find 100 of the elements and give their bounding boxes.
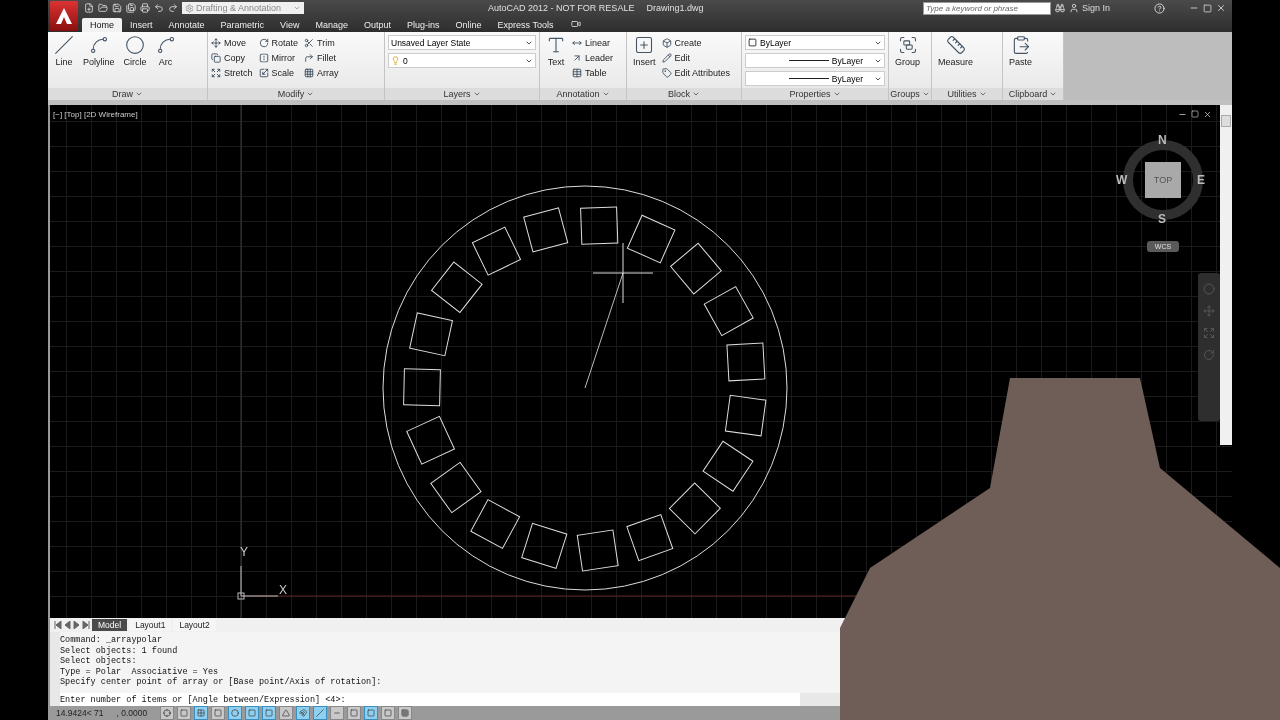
redo-icon[interactable] xyxy=(168,3,178,13)
ribbon-tool-button[interactable]: Text xyxy=(543,35,569,88)
ribbon-tool-button[interactable]: Arc xyxy=(152,35,179,88)
ribbon-tool-button[interactable]: Fillet xyxy=(304,50,339,65)
status-toggle-button[interactable] xyxy=(381,706,396,720)
ribbon-tool-button[interactable]: Mirror xyxy=(258,50,299,65)
triangle-icon xyxy=(282,709,291,717)
ribbon-tool-button[interactable]: Edit Attributes xyxy=(661,65,731,80)
ribbon-tool-button[interactable]: Line xyxy=(51,35,77,88)
dropdown[interactable]: ByLayer xyxy=(745,53,885,68)
status-toggle-button[interactable] xyxy=(262,706,277,720)
undo-icon[interactable] xyxy=(154,3,164,13)
status-toggle-button[interactable] xyxy=(364,706,379,720)
command-history-line: Select objects: 1 found xyxy=(60,645,179,656)
ribbon-tool-button[interactable]: Rotate xyxy=(258,35,299,50)
dropdown[interactable]: 0 xyxy=(388,53,536,68)
binoculars-icon[interactable] xyxy=(1054,3,1065,13)
ribbon-tab[interactable]: Plug-ins xyxy=(399,18,448,32)
status-toggle-button[interactable] xyxy=(347,706,362,720)
layout-tab[interactable]: Model xyxy=(92,619,128,631)
ribbon-tool-button[interactable]: Move xyxy=(211,35,253,50)
ribbon-tab[interactable]: Online xyxy=(447,18,490,32)
status-toggle-button[interactable] xyxy=(330,706,345,720)
viewport-label[interactable]: [−] [Top] [2D Wireframe] xyxy=(53,110,138,119)
status-toggle-button[interactable] xyxy=(160,706,175,720)
search-field[interactable]: Type a keyword or phrase xyxy=(922,1,1051,15)
status-toggle-button[interactable] xyxy=(279,706,294,720)
ribbon-tool-button[interactable]: Array xyxy=(304,65,339,80)
linetype-line-icon xyxy=(788,77,829,80)
ribbon-tab[interactable]: Express Tools xyxy=(489,18,562,32)
dropdown[interactable]: ByLayer xyxy=(745,35,885,50)
ribbon-tool-button[interactable]: Scale xyxy=(258,65,299,80)
dropdown[interactable]: Unsaved Layer State xyxy=(388,35,536,50)
square-icon xyxy=(384,709,393,717)
status-toggle-button[interactable] xyxy=(211,706,226,720)
close-icon[interactable] xyxy=(1203,110,1212,119)
ribbon-tool-button[interactable]: Leader xyxy=(572,50,614,65)
layout-tab[interactable]: Layout2 xyxy=(173,619,216,631)
command-history-line: Specify center point of array or [Base point/Axis of rotation]: xyxy=(60,677,383,688)
ribbon-tab[interactable]: Parametric xyxy=(212,18,273,32)
close-icon[interactable] xyxy=(1216,3,1226,13)
panel-title[interactable]: Layers xyxy=(385,88,539,100)
dropdown[interactable]: ByLayer xyxy=(745,71,885,86)
status-toggle-button[interactable] xyxy=(177,706,192,720)
ribbon-tool-button[interactable]: Group xyxy=(892,35,923,88)
panel-title[interactable]: Modify xyxy=(208,88,384,100)
save-icon[interactable] xyxy=(112,3,122,13)
ribbon-tool-button[interactable]: Create xyxy=(661,35,731,50)
ribbon-tab[interactable]: Home xyxy=(82,18,122,32)
ribbon-tool-button[interactable]: Trim xyxy=(304,35,339,50)
panel-title[interactable]: Groups xyxy=(889,88,931,100)
ribbon-tool-button[interactable]: Insert xyxy=(630,35,659,88)
square-icon xyxy=(265,709,274,717)
status-toggle-button[interactable] xyxy=(245,706,260,720)
scrollbar[interactable] xyxy=(1220,105,1232,445)
command-history-line: Type = Polar Associative = Yes xyxy=(60,666,220,677)
ribbon-tool-button[interactable]: Stretch xyxy=(211,65,253,80)
new-file-icon[interactable] xyxy=(84,3,94,13)
video-camera-icon[interactable] xyxy=(571,19,582,29)
restore-icon[interactable] xyxy=(1191,110,1199,118)
leader-arrow-icon xyxy=(572,52,582,63)
ribbon-tool-button[interactable]: Circle xyxy=(120,35,150,88)
status-toggle-button[interactable] xyxy=(194,706,209,720)
ribbon-tab[interactable]: Output xyxy=(355,18,399,32)
status-toggle-button[interactable] xyxy=(398,706,413,720)
status-toggle-button[interactable] xyxy=(313,706,328,720)
ribbon-tool-button[interactable]: Table xyxy=(572,65,614,80)
panel-title[interactable]: Properties xyxy=(742,88,888,100)
panel-title[interactable]: Clipboard xyxy=(1003,88,1063,100)
chevron-down-icon xyxy=(1049,90,1058,98)
status-toggle-button[interactable] xyxy=(296,706,311,720)
panel-title[interactable]: Annotation xyxy=(540,88,626,100)
folder-icon[interactable] xyxy=(98,3,108,13)
ribbon-tool-button[interactable]: Polyline xyxy=(80,35,118,88)
print-icon[interactable] xyxy=(140,3,150,13)
ribbon-tab[interactable]: View xyxy=(272,18,308,32)
tab-navigation-arrows-icon[interactable] xyxy=(54,621,90,629)
save-as-icon[interactable] xyxy=(126,3,136,13)
square-icon xyxy=(248,709,257,717)
ribbon-tool-button[interactable]: Linear xyxy=(572,35,614,50)
panel-title[interactable]: Draw xyxy=(48,88,207,100)
help-icon[interactable] xyxy=(1154,2,1165,14)
status-toggle-button[interactable] xyxy=(228,706,243,720)
ribbon-tool-button[interactable]: Edit xyxy=(661,50,731,65)
ribbon-tool-button[interactable]: Copy xyxy=(211,50,253,65)
triangle-logo-icon xyxy=(55,7,73,25)
app-menu-button[interactable] xyxy=(50,1,78,31)
ribbon-tab[interactable]: Manage xyxy=(307,18,356,32)
layout-tab[interactable]: Layout1 xyxy=(129,619,172,631)
ribbon-tool-button[interactable]: Measure xyxy=(935,35,976,88)
panel-title[interactable]: Utilities xyxy=(932,88,1002,100)
restore-icon[interactable] xyxy=(1203,3,1212,13)
sign-in-button[interactable]: Sign In xyxy=(1068,3,1110,13)
command-line-field[interactable]: Enter number of items or [Angle between/Expression] <4>: xyxy=(60,693,800,706)
ribbon-tab[interactable]: Insert xyxy=(122,18,161,32)
slash-icon xyxy=(316,709,325,717)
panel-title[interactable]: Block xyxy=(627,88,741,100)
ribbon-tab[interactable]: Annotate xyxy=(160,18,213,32)
compass-label: N xyxy=(1158,133,1167,147)
ribbon-tool-button[interactable]: Paste xyxy=(1006,35,1035,88)
